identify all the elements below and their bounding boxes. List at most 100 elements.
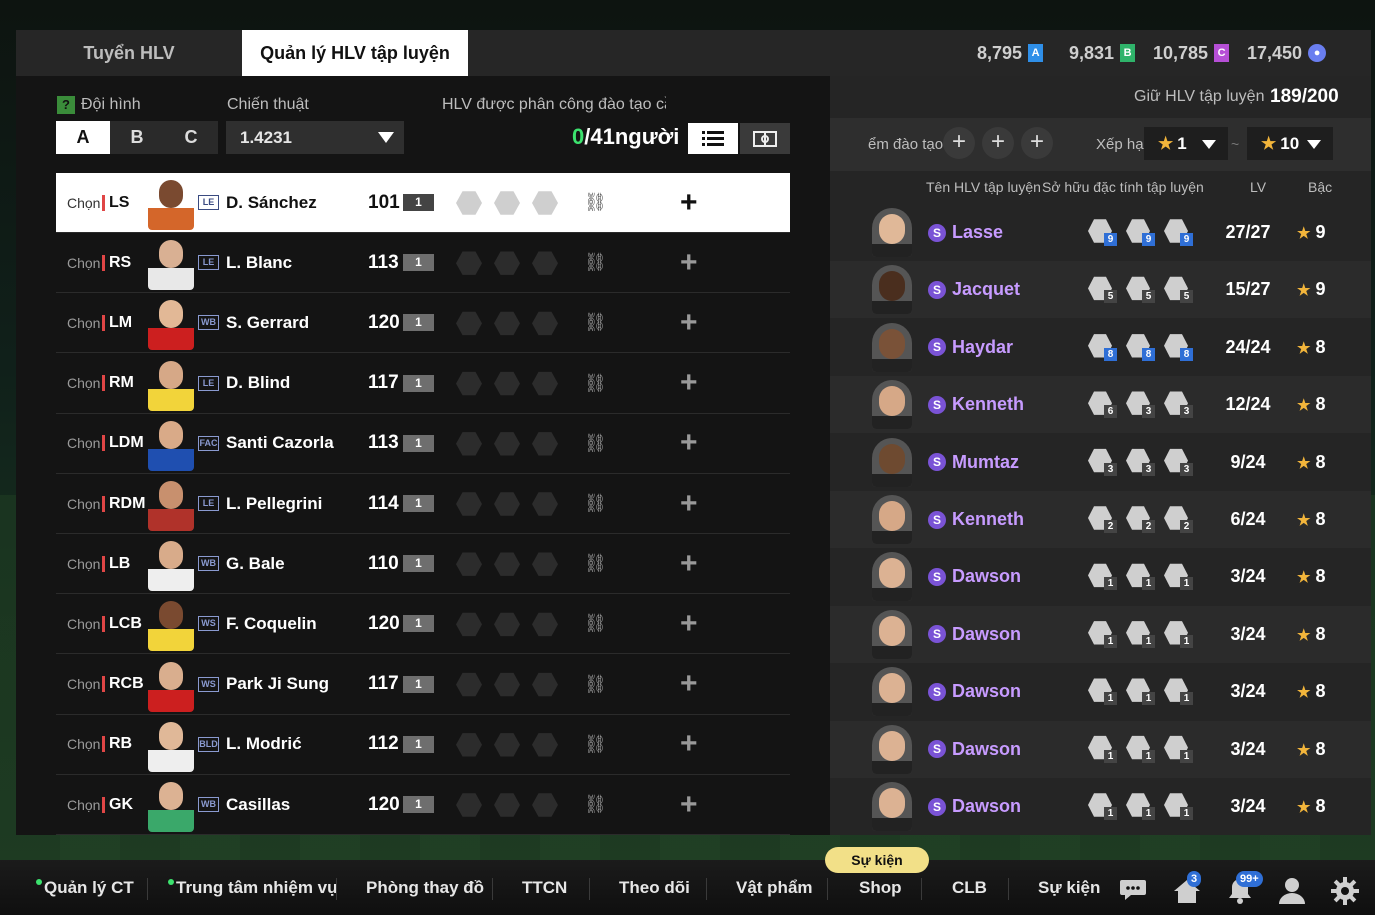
add-filter-1-button[interactable]: + — [943, 127, 975, 159]
link-icon[interactable]: ⛓ — [584, 734, 607, 755]
coach-slot-2[interactable] — [494, 371, 520, 396]
link-icon[interactable]: ⛓ — [584, 373, 607, 394]
coach-slot-2[interactable] — [494, 432, 520, 456]
coach-slot-2[interactable] — [494, 492, 520, 516]
add-coach-button[interactable]: + — [680, 788, 698, 822]
squad-a-button[interactable]: A — [56, 121, 110, 154]
coach-slot-3[interactable] — [532, 672, 558, 697]
coach-slot-2[interactable] — [494, 191, 520, 215]
coach-row[interactable]: S Lasse 9 9 9 27/27 ★ 9 — [830, 204, 1371, 261]
coach-slot-2[interactable] — [494, 552, 520, 576]
profile-icon[interactable] — [1277, 876, 1307, 904]
nav-item-1[interactable]: Quản lý CT — [36, 878, 134, 898]
player-row[interactable]: Chọn LCB WS F. Coquelin 120 1 ⛓ + — [56, 594, 790, 655]
coach-slot-1[interactable] — [456, 371, 482, 396]
player-row[interactable]: Chọn RDM LE L. Pellegrini 114 1 ⛓ + — [56, 474, 790, 534]
squad-c-button[interactable]: C — [164, 121, 218, 154]
add-filter-3-button[interactable]: + — [1021, 127, 1053, 159]
coach-slot-3[interactable] — [532, 612, 558, 637]
coach-slot-1[interactable] — [456, 191, 482, 215]
coach-row[interactable]: S Dawson 1 1 1 3/24 ★ 8 — [830, 720, 1371, 778]
link-icon[interactable]: ⛓ — [584, 553, 607, 574]
nav-item-3[interactable]: Phòng thay đồ — [366, 878, 484, 898]
coach-slot-1[interactable] — [456, 672, 482, 697]
coach-row[interactable]: S Dawson 1 1 1 3/24 ★ 8 — [830, 778, 1371, 835]
add-coach-button[interactable]: + — [680, 727, 698, 761]
add-coach-button[interactable]: + — [680, 186, 698, 220]
coach-row[interactable]: S Jacquet 5 5 5 15/27 ★ 9 — [830, 261, 1371, 319]
squad-b-button[interactable]: B — [110, 121, 164, 154]
link-icon[interactable]: ⛓ — [584, 433, 607, 454]
player-row[interactable]: Chọn LM WB S. Gerrard 120 1 ⛓ + — [56, 293, 790, 354]
coach-slot-3[interactable] — [532, 311, 558, 336]
nav-item-9[interactable]: Sự kiện — [1038, 878, 1100, 898]
coach-slot-3[interactable] — [532, 251, 558, 275]
nav-item-6[interactable]: Vật phẩm — [736, 878, 813, 898]
coach-row[interactable]: S Kenneth 6 3 3 12/24 ★ 8 — [830, 376, 1371, 434]
coach-slot-3[interactable] — [532, 552, 558, 576]
player-row[interactable]: Chọn RCB WS Park Ji Sung 117 1 ⛓ + — [56, 655, 790, 715]
link-icon[interactable]: ⛓ — [584, 794, 607, 815]
coach-slot-3[interactable] — [532, 492, 558, 516]
star-to-dropdown[interactable]: ★ 10 — [1247, 127, 1333, 160]
player-row[interactable]: Chọn GK WB Casillas 120 1 ⛓ + — [56, 775, 790, 835]
coach-slot-1[interactable] — [456, 793, 482, 817]
player-row[interactable]: Chọn LDM FAC Santi Cazorla 113 1 ⛓ + — [56, 414, 790, 474]
gear-icon[interactable] — [1330, 876, 1360, 905]
coach-row[interactable]: S Haydar 8 8 8 24/24 ★ 8 — [830, 319, 1371, 376]
coach-row[interactable]: S Dawson 1 1 1 3/24 ★ 8 — [830, 548, 1371, 605]
link-icon[interactable]: ⛓ — [584, 493, 607, 514]
add-coach-button[interactable]: + — [680, 487, 698, 521]
coach-slot-1[interactable] — [456, 311, 482, 336]
list-view-button[interactable] — [688, 123, 738, 154]
coach-slot-2[interactable] — [494, 251, 520, 275]
coach-slot-2[interactable] — [494, 672, 520, 697]
coach-slot-2[interactable] — [494, 311, 520, 336]
coach-row[interactable]: S Mumtaz 3 3 3 9/24 ★ 8 — [830, 434, 1371, 491]
player-row[interactable]: Chọn LB WB G. Bale 110 1 ⛓ + — [56, 534, 790, 595]
nav-item-8[interactable]: CLB — [952, 878, 987, 898]
star-from-dropdown[interactable]: ★ 1 — [1144, 127, 1228, 160]
player-row[interactable]: Chọn RM LE D. Blind 117 1 ⛓ + — [56, 354, 790, 414]
coach-slot-2[interactable] — [494, 793, 520, 817]
coach-slot-1[interactable] — [456, 552, 482, 576]
player-row[interactable]: Chọn RB BLD L. Modrić 112 1 ⛓ + — [56, 715, 790, 775]
chat-icon[interactable] — [1118, 876, 1148, 904]
help-icon[interactable]: ? — [57, 96, 75, 114]
coach-slot-1[interactable] — [456, 492, 482, 516]
coach-slot-1[interactable] — [456, 733, 482, 757]
coach-row[interactable]: S Dawson 1 1 1 3/24 ★ 8 — [830, 663, 1371, 720]
coach-slot-2[interactable] — [494, 733, 520, 757]
tab-recruit-coach[interactable]: Tuyển HLV — [16, 30, 242, 76]
player-row[interactable]: Chọn RS LE L. Blanc 113 1 ⛓ + — [56, 233, 790, 294]
add-coach-button[interactable]: + — [680, 607, 698, 641]
add-coach-button[interactable]: + — [680, 366, 698, 400]
add-coach-button[interactable]: + — [680, 426, 698, 460]
add-coach-button[interactable]: + — [680, 547, 698, 581]
nav-item-7[interactable]: Shop — [859, 878, 902, 898]
coach-row[interactable]: S Kenneth 2 2 2 6/24 ★ 8 — [830, 491, 1371, 548]
tactic-dropdown[interactable]: 1.4231 — [226, 121, 404, 154]
coach-slot-3[interactable] — [532, 191, 558, 215]
link-icon[interactable]: ⛓ — [584, 674, 607, 695]
coach-slot-3[interactable] — [532, 371, 558, 396]
tab-manage-coach[interactable]: Quản lý HLV tập luyện — [242, 30, 468, 76]
add-coach-button[interactable]: + — [680, 246, 698, 280]
link-icon[interactable]: ⛓ — [584, 252, 607, 273]
coach-slot-2[interactable] — [494, 612, 520, 637]
coach-slot-3[interactable] — [532, 793, 558, 817]
coach-slot-1[interactable] — [456, 612, 482, 637]
player-row[interactable]: Chọn LS LE D. Sánchez 101 1 ⛓ + — [56, 173, 790, 233]
link-icon[interactable]: ⛓ — [584, 613, 607, 634]
coach-slot-1[interactable] — [456, 432, 482, 456]
pitch-view-button[interactable] — [740, 123, 790, 154]
link-icon[interactable]: ⛓ — [584, 312, 607, 333]
link-icon[interactable]: ⛓ — [584, 192, 607, 213]
nav-item-4[interactable]: TTCN — [522, 878, 567, 898]
coach-slot-3[interactable] — [532, 733, 558, 757]
nav-item-2[interactable]: Trung tâm nhiệm vụ — [168, 878, 338, 898]
coach-slot-1[interactable] — [456, 251, 482, 275]
add-coach-button[interactable]: + — [680, 667, 698, 701]
coach-slot-3[interactable] — [532, 432, 558, 456]
nav-item-5[interactable]: Theo dõi — [619, 878, 690, 898]
